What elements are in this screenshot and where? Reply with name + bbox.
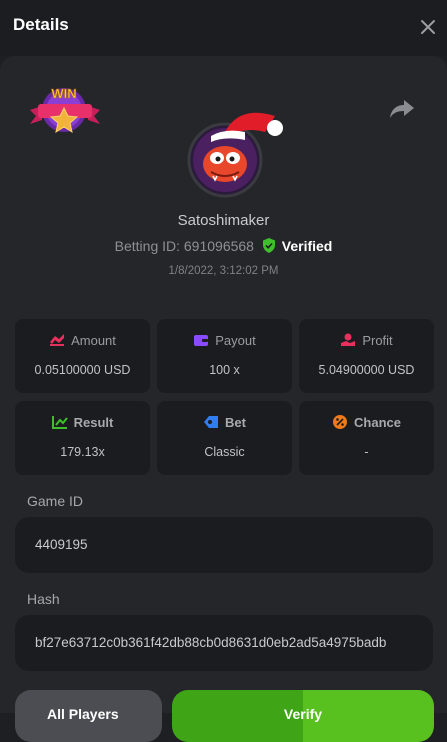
stat-value: 100 x xyxy=(209,363,240,377)
amount-icon xyxy=(50,334,65,346)
close-icon[interactable] xyxy=(415,14,441,40)
stat-card-amount: Amount 0.05100000 USD xyxy=(15,319,150,393)
stat-value: Classic xyxy=(204,445,245,459)
stat-value: 0.05100000 USD xyxy=(34,363,131,377)
stat-value: 5.04900000 USD xyxy=(318,363,415,377)
tag-icon xyxy=(204,416,219,428)
stat-card-profit: Profit 5.04900000 USD xyxy=(299,319,434,393)
stat-label: Profit xyxy=(362,333,393,348)
game-id-field[interactable]: 4409195 xyxy=(15,517,433,573)
all-players-button[interactable]: All Players xyxy=(15,690,162,742)
stat-label: Amount xyxy=(71,333,116,348)
bet-date: 1/8/2022, 3:12:02 PM xyxy=(168,265,279,277)
hash-value: bf27e63712c0b361f42db88cb0d8631d0eb2ad5a… xyxy=(35,635,387,650)
game-id-value: 4409195 xyxy=(35,537,88,552)
stat-value: - xyxy=(364,445,369,459)
all-players-label: All Players xyxy=(47,706,119,722)
stat-label: Payout xyxy=(215,333,256,348)
avatar xyxy=(187,112,283,198)
stat-card-payout: Payout 100 x xyxy=(157,319,292,393)
win-badge-icon: WIN xyxy=(30,86,100,134)
header: Details xyxy=(0,0,447,56)
stat-label: Chance xyxy=(354,415,401,430)
stat-card-chance: Chance - xyxy=(299,401,434,475)
stat-label: Bet xyxy=(225,415,246,430)
chart-icon xyxy=(51,416,68,429)
verified-shield-icon xyxy=(262,238,275,253)
stat-card-bet: Bet Classic xyxy=(157,401,292,475)
page-title: Details xyxy=(13,15,69,34)
betting-id: Betting ID: 691096568 xyxy=(114,238,254,254)
stat-label: Result xyxy=(73,415,114,430)
profit-icon xyxy=(341,333,356,346)
svg-text:WIN: WIN xyxy=(51,86,76,101)
betting-id-row: Betting ID: 691096568 Verified xyxy=(0,238,447,254)
stat-card-result: Result 179.13x xyxy=(15,401,150,475)
hash-label: Hash xyxy=(27,591,60,607)
username: Satoshimaker xyxy=(177,212,270,229)
game-id-label: Game ID xyxy=(27,493,84,509)
hash-field[interactable]: bf27e63712c0b361f42db88cb0d8631d0eb2ad5a… xyxy=(15,615,433,671)
verify-button[interactable]: Verify xyxy=(172,690,434,742)
verify-label: Verify xyxy=(283,706,323,722)
share-icon[interactable] xyxy=(388,96,416,122)
verified-label: Verified xyxy=(281,238,333,254)
percent-icon xyxy=(333,415,348,429)
stat-value: 179.13x xyxy=(60,445,105,459)
wallet-icon xyxy=(194,335,209,346)
